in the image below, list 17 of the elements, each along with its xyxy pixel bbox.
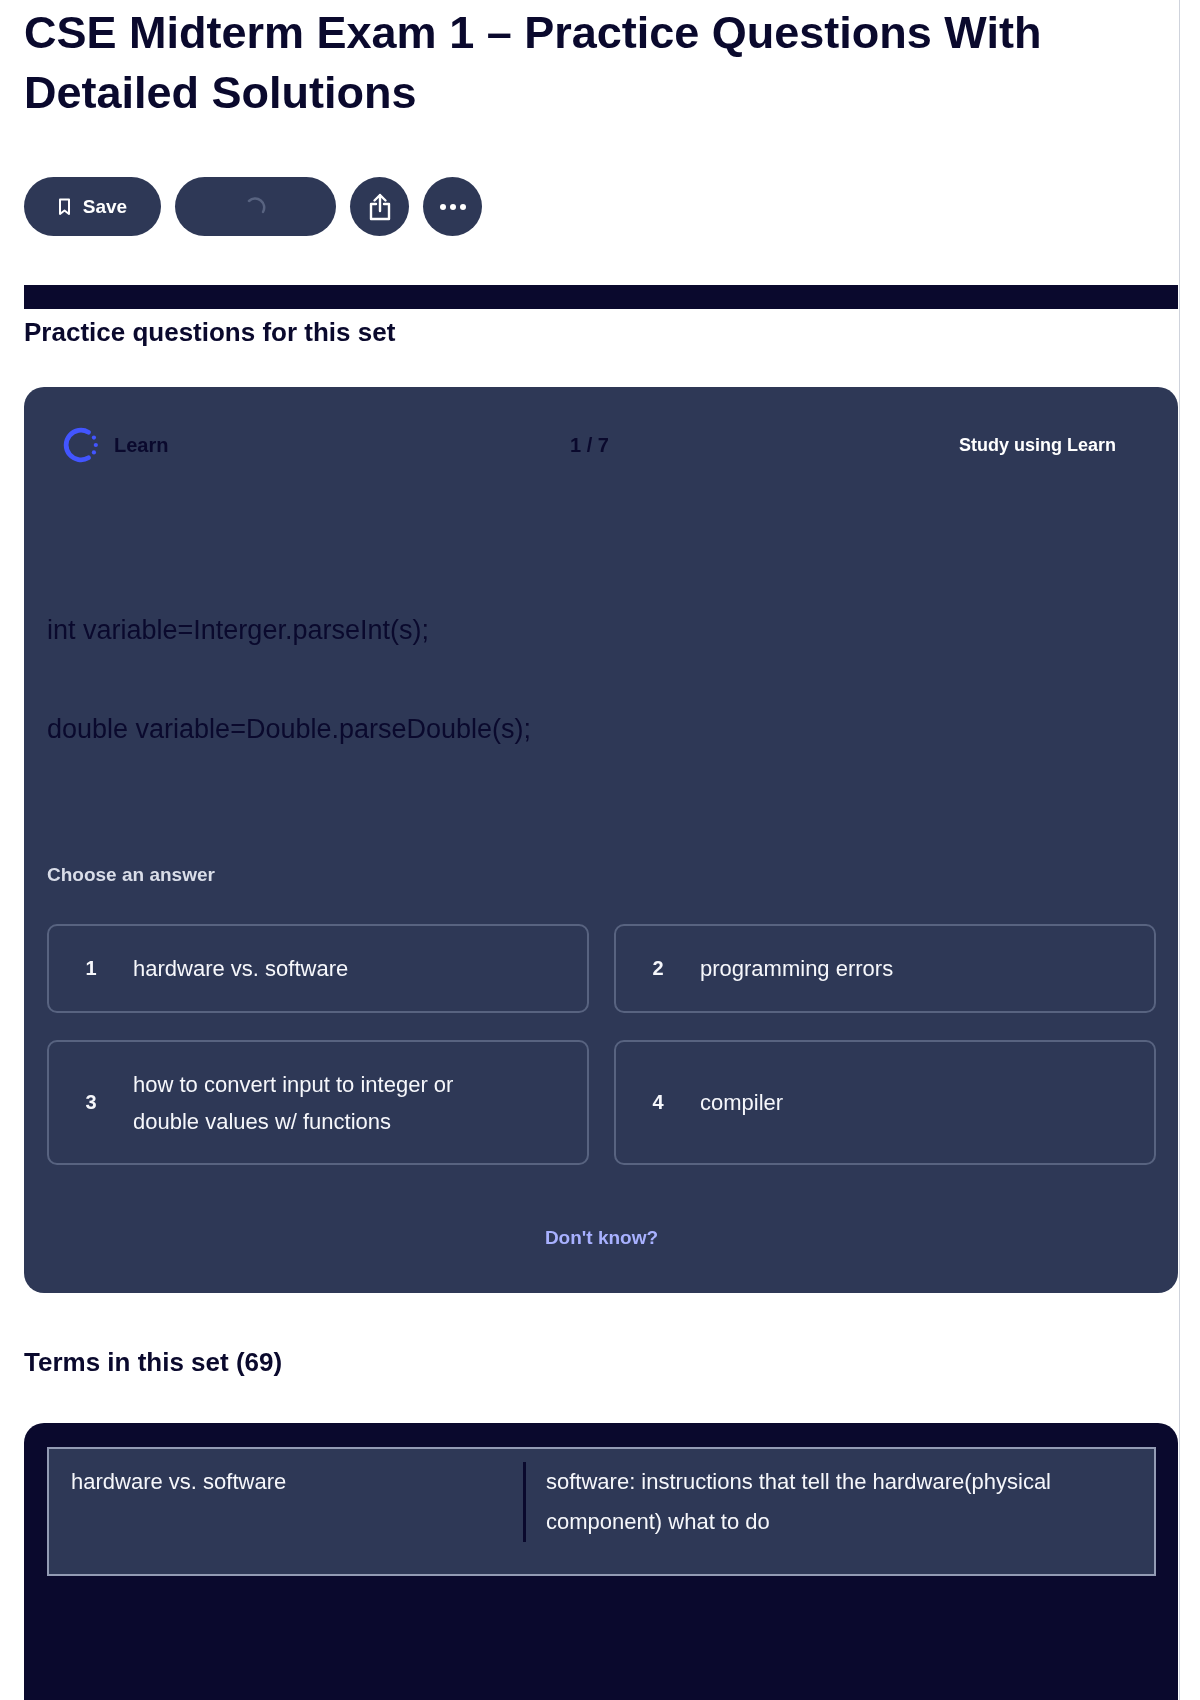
ellipsis-icon <box>439 203 466 210</box>
instruction-text: Choose an answer <box>47 863 216 887</box>
study-link[interactable]: Study using Learn <box>958 434 1116 456</box>
page-title: CSE Midterm Exam 1 – Practice Questions With Detailed Solutions <box>24 6 1043 120</box>
term-text: hardware vs. software <box>70 1468 288 1496</box>
dont-know-link[interactable]: Don't know? <box>544 1226 659 1250</box>
section-heading: Practice questions for this set <box>24 316 397 348</box>
answer-option[interactable]: 3 how to convert input to integer or double values w/ functions <box>47 1040 589 1165</box>
definition-text: software: instructions that tell the hardware(physical component) what to do <box>523 1462 1134 1542</box>
answer-option[interactable]: 4 compiler <box>614 1040 1156 1165</box>
bookmark-icon <box>57 197 71 216</box>
answer-option[interactable]: 1 hardware vs. software <box>47 924 589 1013</box>
dotted-ring-icon <box>63 427 99 463</box>
share-icon <box>367 192 392 221</box>
save-button[interactable]: Save <box>24 177 161 236</box>
section-heading: Terms in this set (69) <box>24 1346 284 1379</box>
answer-option[interactable]: 2 programming errors <box>614 924 1156 1013</box>
